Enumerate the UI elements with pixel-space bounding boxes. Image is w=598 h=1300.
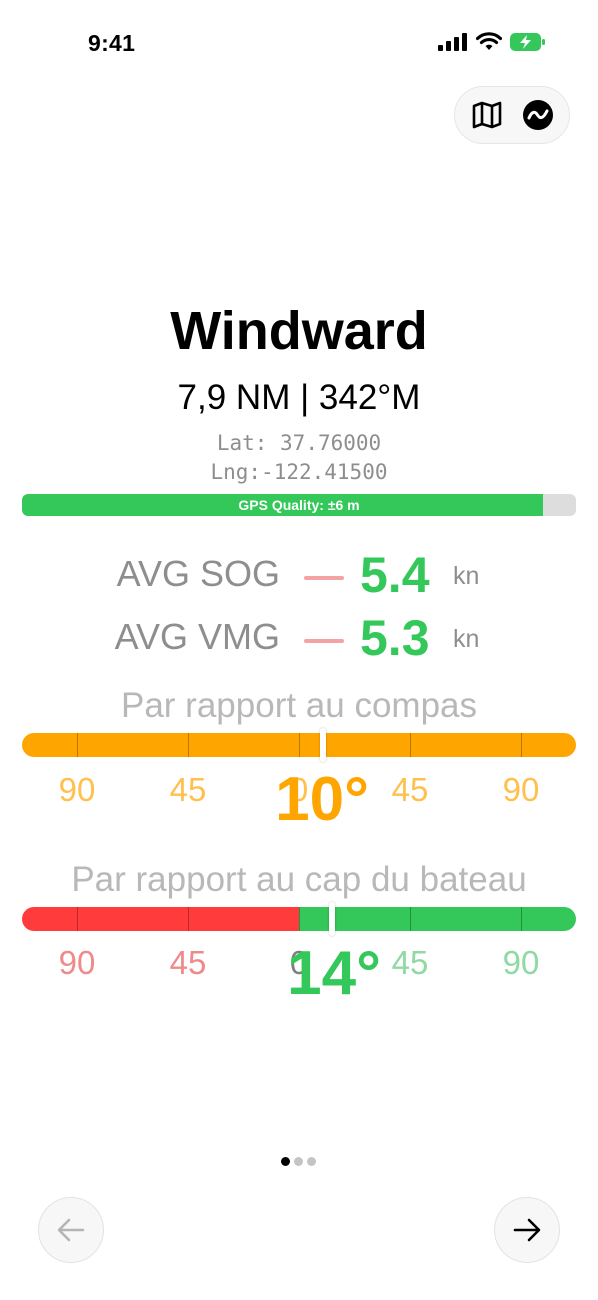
avg-sog-unit: kn bbox=[453, 562, 480, 590]
route-button[interactable] bbox=[516, 93, 560, 137]
heading-scale-port bbox=[22, 907, 299, 931]
avg-vmg-unit: kn bbox=[453, 625, 480, 653]
heading-scale-starboard bbox=[299, 907, 576, 931]
scale-tick bbox=[299, 907, 300, 931]
avg-sog-trend bbox=[304, 576, 344, 580]
forward-button[interactable] bbox=[494, 1197, 560, 1263]
route-icon bbox=[522, 100, 553, 130]
scale-tick bbox=[410, 733, 411, 757]
scale-tick bbox=[521, 907, 522, 931]
scale-tick bbox=[299, 733, 300, 757]
page-dot-active[interactable] bbox=[281, 1157, 290, 1166]
heading-needle bbox=[329, 902, 335, 936]
scale-tick bbox=[188, 907, 189, 931]
heading-scale-title: Par rapport au cap du bateau bbox=[71, 860, 527, 899]
avg-vmg-trend bbox=[304, 639, 344, 643]
latitude: Lat: 37.76000 bbox=[216, 431, 382, 455]
map-button[interactable] bbox=[465, 93, 509, 137]
avg-vmg-label: AVG VMG bbox=[114, 616, 280, 657]
distance-bearing: 7,9 NM | 342°M bbox=[177, 378, 421, 417]
status-icons bbox=[438, 32, 546, 52]
scale-tick bbox=[521, 733, 522, 757]
scale-tick bbox=[77, 907, 78, 931]
top-actions bbox=[454, 86, 570, 144]
longitude: Lng:-122.41500 bbox=[210, 460, 388, 484]
waypoint-name: Windward bbox=[170, 301, 428, 361]
avg-sog-label: AVG SOG bbox=[116, 553, 280, 594]
compass-scale-bar bbox=[22, 733, 576, 757]
arrow-right-icon bbox=[513, 1218, 541, 1242]
page-dot[interactable] bbox=[307, 1157, 316, 1166]
heading-angle: 14° bbox=[287, 939, 381, 1008]
scale-tick bbox=[188, 733, 189, 757]
battery-charging-icon bbox=[510, 33, 545, 51]
page-dot[interactable] bbox=[294, 1157, 303, 1166]
scale-tick bbox=[77, 733, 78, 757]
compass-scale-title: Par rapport au compas bbox=[120, 686, 477, 725]
gps-quality-bar: GPS Quality: ±6 m bbox=[22, 494, 576, 516]
heading-scale-bar bbox=[22, 907, 576, 931]
compass-needle bbox=[320, 728, 326, 762]
scale-tick bbox=[410, 907, 411, 931]
status-time: 9:41 bbox=[88, 30, 136, 56]
page-indicator[interactable] bbox=[281, 1157, 316, 1166]
avg-vmg-value: 5.3 bbox=[360, 610, 430, 666]
avg-sog-value: 5.4 bbox=[360, 547, 430, 603]
wifi-icon bbox=[476, 32, 502, 50]
signal-icon bbox=[438, 33, 467, 51]
compass-angle: 10° bbox=[275, 765, 369, 834]
gps-quality-label: GPS Quality: ±6 m bbox=[238, 497, 360, 513]
map-icon bbox=[472, 101, 501, 129]
arrow-left-icon bbox=[57, 1218, 85, 1242]
back-button[interactable] bbox=[38, 1197, 104, 1263]
